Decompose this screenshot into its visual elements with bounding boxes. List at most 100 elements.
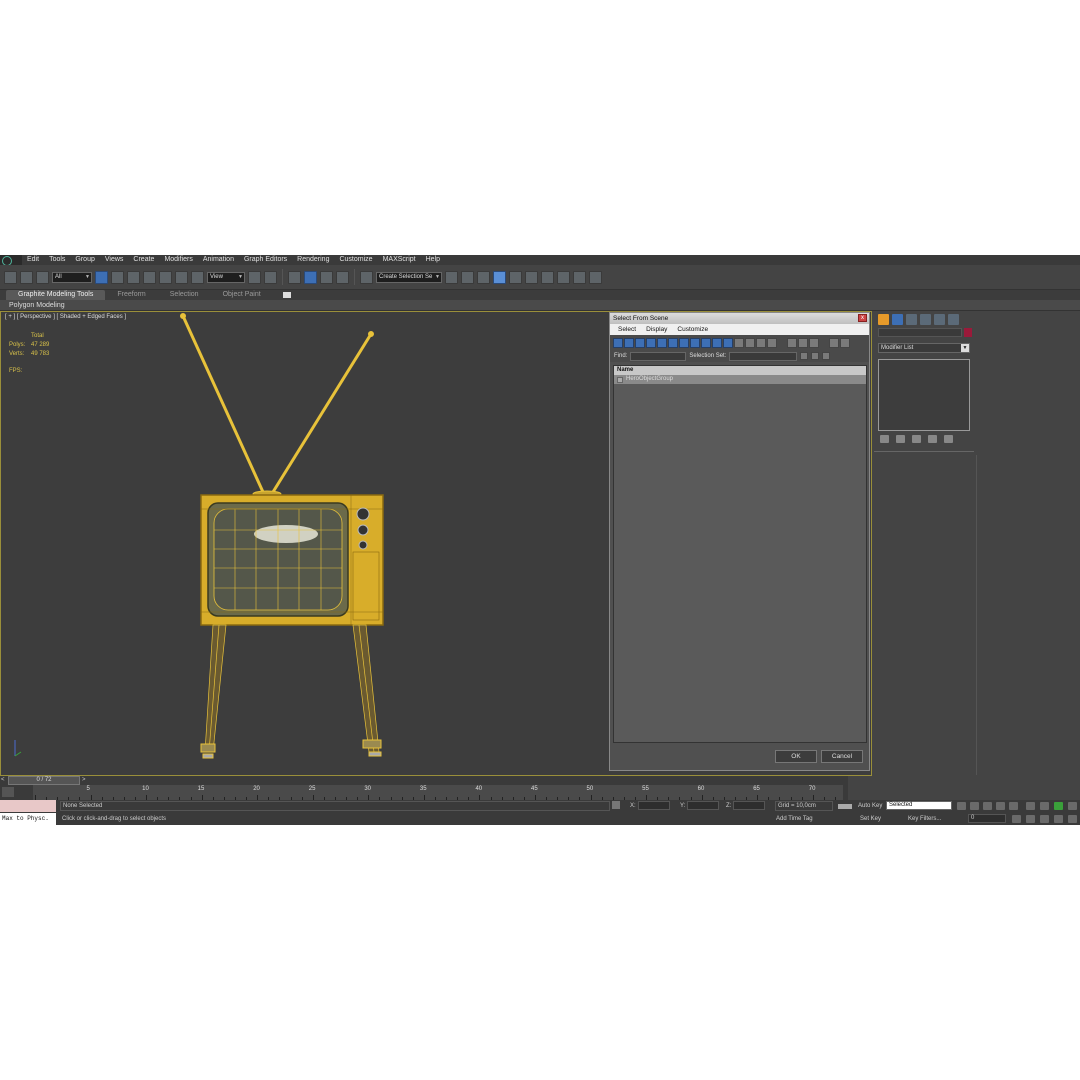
time-slider[interactable]: < 0 / 72 > <box>0 776 848 785</box>
menu-group[interactable]: Group <box>70 255 99 265</box>
listener-mini[interactable] <box>0 800 56 812</box>
modify-tab-icon[interactable] <box>892 314 903 325</box>
edit-selection-set-icon[interactable] <box>811 352 820 360</box>
object-color-swatch[interactable] <box>964 328 972 337</box>
menu-graph-editors[interactable]: Graph Editors <box>239 255 292 265</box>
pin-stack-icon[interactable] <box>880 435 889 443</box>
y-input[interactable] <box>687 801 720 810</box>
named-selection-select[interactable]: Create Selection Se <box>376 271 442 283</box>
pivot-center-icon[interactable] <box>248 270 261 284</box>
key-icon[interactable] <box>838 804 852 809</box>
x-input[interactable] <box>637 801 670 810</box>
display-none-icon[interactable] <box>756 337 766 348</box>
invert-display-icon[interactable] <box>767 337 777 348</box>
orbit-icon[interactable] <box>1040 815 1049 823</box>
display-groups-icon[interactable] <box>679 337 689 348</box>
modifier-list-select[interactable]: Modifier List <box>878 343 970 353</box>
cancel-button[interactable]: Cancel <box>821 750 863 763</box>
select-object-icon[interactable] <box>95 270 108 284</box>
menu-modifiers[interactable]: Modifiers <box>159 255 197 265</box>
zoom-extents-icon[interactable] <box>1026 802 1035 810</box>
selection-filter-select[interactable]: All <box>52 271 92 283</box>
display-hidden-icon[interactable] <box>734 337 744 348</box>
key-mode-select[interactable]: Selected <box>886 801 952 810</box>
reference-coordinate-select[interactable]: View <box>207 271 245 283</box>
edit-named-selection-icon[interactable] <box>360 270 373 284</box>
window-crossing-icon[interactable] <box>143 270 156 284</box>
bind-space-warp-icon[interactable] <box>36 270 49 284</box>
mini-curve-editor-icon[interactable] <box>2 787 14 797</box>
display-containers-icon[interactable] <box>712 337 722 348</box>
spinner-snap-icon[interactable] <box>336 270 349 284</box>
menu-tools[interactable]: Tools <box>44 255 70 265</box>
schematic-view-icon[interactable] <box>525 270 538 284</box>
layer-manager-icon[interactable] <box>477 270 490 284</box>
scene-object-list[interactable]: Name HeroObjectGroup <box>613 365 867 743</box>
time-slider-next[interactable]: > <box>82 777 86 783</box>
display-space-warps-icon[interactable] <box>668 337 678 348</box>
object-name-input[interactable] <box>878 328 962 337</box>
menu-create[interactable]: Create <box>128 255 159 265</box>
display-cameras-icon[interactable] <box>646 337 656 348</box>
tab-object-paint[interactable]: Object Paint <box>211 290 273 300</box>
select-none-icon[interactable] <box>798 337 808 348</box>
utilities-tab-icon[interactable] <box>948 314 959 325</box>
display-bones-icon[interactable] <box>701 337 711 348</box>
modifier-stack[interactable] <box>878 359 970 431</box>
dialog-close-button[interactable]: x <box>858 314 867 322</box>
set-key-button[interactable]: Set Key <box>860 814 881 824</box>
zoom-all-icon[interactable] <box>1040 802 1049 810</box>
add-time-tag[interactable]: Add Time Tag <box>776 814 813 824</box>
dialog-menu-customize[interactable]: Customize <box>677 326 708 333</box>
menu-animation[interactable]: Animation <box>198 255 239 265</box>
filter-icon[interactable] <box>829 337 839 348</box>
list-column-header-name[interactable]: Name <box>614 366 866 375</box>
walk-through-icon[interactable] <box>1054 815 1063 823</box>
time-slider-thumb[interactable]: 0 / 72 <box>8 776 80 785</box>
min-max-toggle-icon[interactable] <box>1068 815 1077 823</box>
go-to-end-icon[interactable] <box>1009 802 1018 810</box>
lock-selection-icon[interactable] <box>612 801 620 809</box>
display-lights-icon[interactable] <box>635 337 645 348</box>
select-invert-icon[interactable] <box>809 337 819 348</box>
curve-editor-icon[interactable] <box>509 270 522 284</box>
play-icon[interactable] <box>983 802 992 810</box>
auto-key-button[interactable]: Auto Key <box>858 801 882 811</box>
mirror-icon[interactable] <box>445 270 458 284</box>
display-frozen-icon[interactable] <box>723 337 733 348</box>
display-helpers-icon[interactable] <box>657 337 667 348</box>
rectangular-selection-icon[interactable] <box>127 270 140 284</box>
graphite-toggle-icon[interactable] <box>493 270 506 284</box>
hierarchy-tab-icon[interactable] <box>906 314 917 325</box>
display-shapes-icon[interactable] <box>624 337 634 348</box>
make-unique-icon[interactable] <box>912 435 921 443</box>
maximize-viewport-icon[interactable] <box>1054 802 1063 810</box>
menu-help[interactable]: Help <box>421 255 445 265</box>
ribbon-options-icon[interactable] <box>282 292 291 298</box>
menu-edit[interactable]: Edit <box>22 255 44 265</box>
select-by-name-icon[interactable] <box>111 270 124 284</box>
tab-freeform[interactable]: Freeform <box>105 290 157 300</box>
filter-options-icon[interactable] <box>840 337 850 348</box>
perspective-viewport[interactable]: [ + ] [ Perspective ] [ Shaded + Edged F… <box>0 311 607 776</box>
tv-wireframe-model[interactable] <box>1 312 608 777</box>
pan-view-icon[interactable] <box>1026 815 1035 823</box>
delete-selection-set-icon[interactable] <box>822 352 831 360</box>
list-item[interactable]: HeroObjectGroup <box>614 375 866 384</box>
key-filters-button[interactable]: Key Filters... <box>908 814 941 824</box>
render-setup-icon[interactable] <box>557 270 570 284</box>
select-all-icon[interactable] <box>787 337 797 348</box>
show-end-result-icon[interactable] <box>896 435 905 443</box>
select-and-move-icon[interactable] <box>159 270 172 284</box>
display-geometry-icon[interactable] <box>613 337 623 348</box>
track-bar-ruler[interactable]: 5 10 15 20 25 30 35 40 45 50 55 60 65 70 <box>33 785 843 800</box>
render-production-icon[interactable] <box>589 270 602 284</box>
app-logo-icon[interactable] <box>0 255 22 266</box>
percent-snap-icon[interactable] <box>320 270 333 284</box>
display-all-icon[interactable] <box>745 337 755 348</box>
find-input[interactable] <box>630 351 687 361</box>
snap-toggle-icon[interactable] <box>288 270 301 284</box>
maxscript-listener-line[interactable]: Max to Physc. <box>0 813 56 825</box>
angle-snap-icon[interactable] <box>304 270 317 284</box>
menu-rendering[interactable]: Rendering <box>292 255 334 265</box>
